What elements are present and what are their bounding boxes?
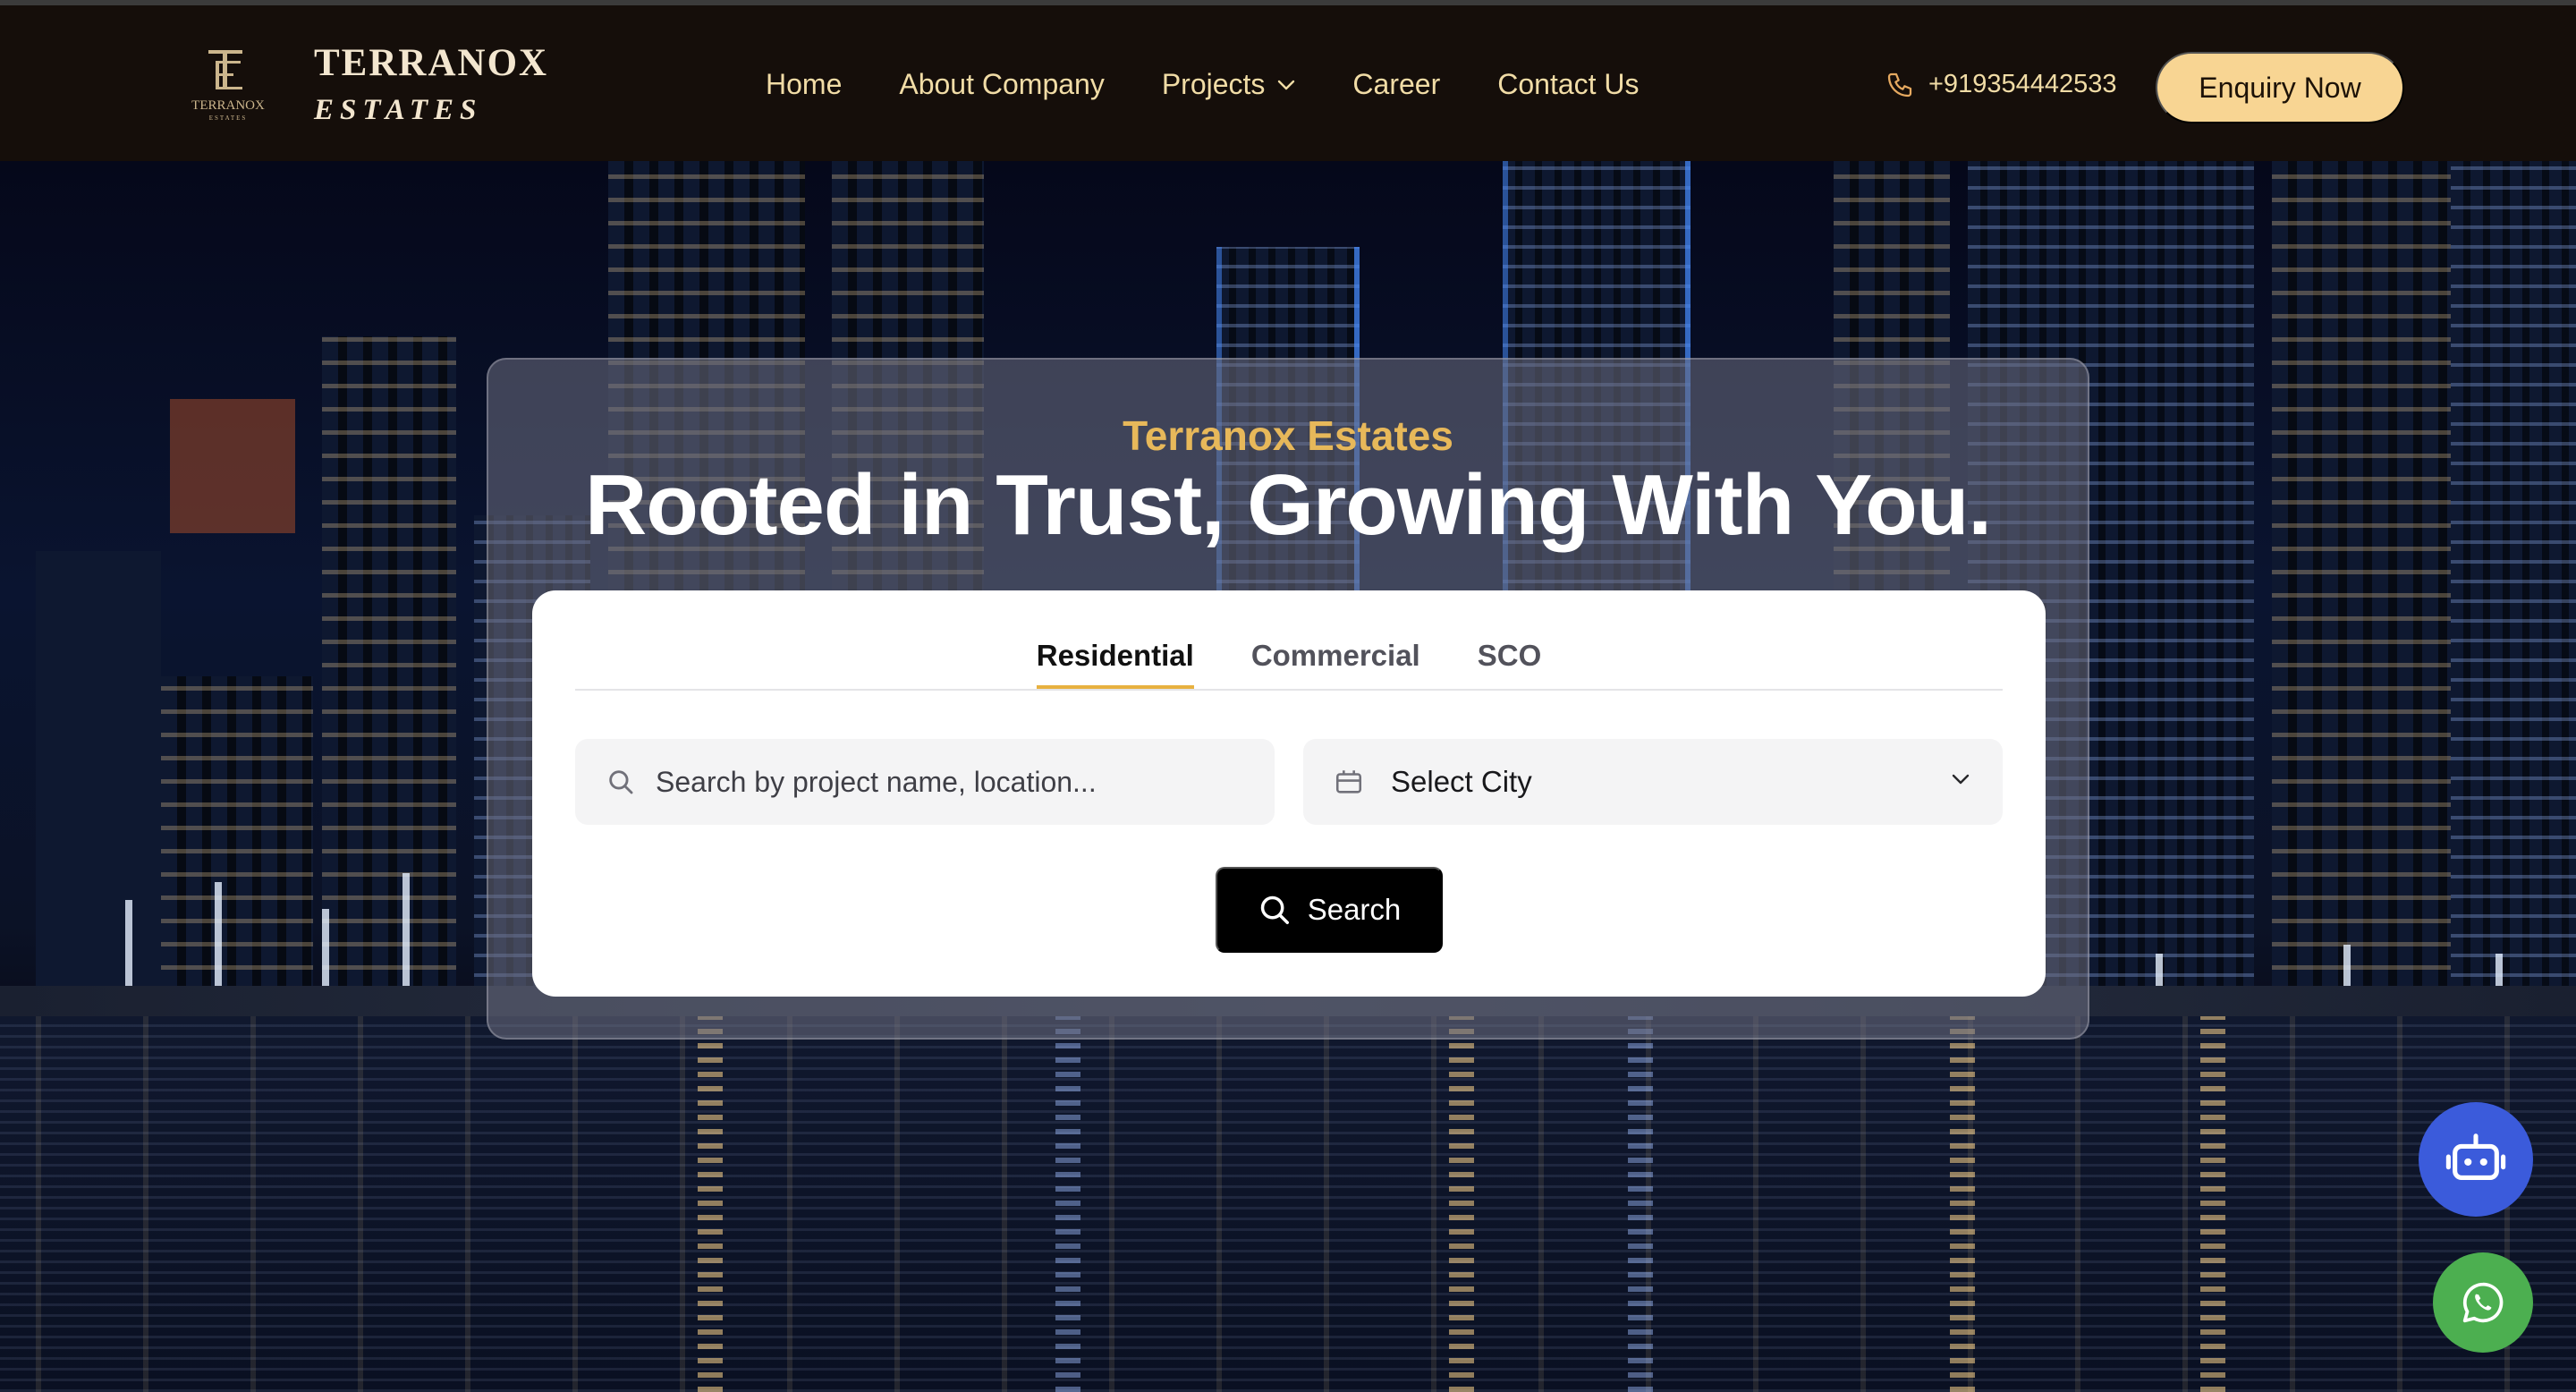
nav-contact-label: Contact Us bbox=[1497, 68, 1640, 100]
nav-career[interactable]: Career bbox=[1352, 68, 1440, 101]
tab-residential[interactable]: Residential bbox=[1036, 639, 1194, 689]
phone-icon bbox=[1887, 72, 1912, 97]
logo-monogram-icon: TERRANOX ESTATES bbox=[191, 50, 265, 122]
phone-link[interactable]: +919354442533 bbox=[1885, 70, 2116, 99]
property-type-tabs: Residential Commercial SCO bbox=[575, 639, 2003, 691]
whatsapp-icon bbox=[2462, 1282, 2504, 1323]
brand-wordmark[interactable]: TERRANOX ESTATES bbox=[314, 41, 548, 127]
robot-icon bbox=[2445, 1133, 2506, 1180]
project-search-input[interactable] bbox=[656, 765, 1264, 799]
tab-sco[interactable]: SCO bbox=[1478, 639, 1542, 689]
hero-search-panel: Terranox Estates Rooted in Trust, Growin… bbox=[487, 358, 2089, 1040]
nav-about-company[interactable]: About Company bbox=[899, 68, 1104, 101]
city-select-value: Select City bbox=[1391, 765, 1532, 798]
brand-name-line1: TERRANOX bbox=[314, 42, 549, 84]
nav-home-label: Home bbox=[766, 68, 843, 100]
chatbot-button[interactable] bbox=[2419, 1102, 2533, 1217]
nav-about-label: About Company bbox=[899, 68, 1105, 100]
tab-commercial[interactable]: Commercial bbox=[1251, 639, 1420, 689]
chevron-down-icon bbox=[1278, 80, 1295, 89]
brand-name-line2: ESTATES bbox=[314, 94, 483, 126]
logo-mark-caption: TERRANOX bbox=[191, 98, 265, 113]
search-button-label: Search bbox=[1307, 893, 1402, 926]
nav-career-label: Career bbox=[1352, 68, 1441, 100]
property-search-card: Residential Commercial SCO Select City S… bbox=[532, 590, 2046, 997]
chevron-down-icon bbox=[1952, 774, 1970, 785]
hero-headline: Rooted in Trust, Growing With You. bbox=[584, 457, 1992, 553]
logo-mark-subcaption: ESTATES bbox=[209, 115, 248, 122]
search-button[interactable]: Search bbox=[1216, 867, 1443, 953]
whatsapp-button[interactable] bbox=[2433, 1252, 2533, 1353]
main-nav: Home About Company Projects Career Conta… bbox=[766, 68, 1697, 101]
nav-projects-label: Projects bbox=[1161, 68, 1266, 100]
search-icon bbox=[1260, 895, 1289, 924]
search-icon bbox=[609, 770, 633, 794]
enquiry-now-button[interactable]: Enquiry Now bbox=[2156, 52, 2404, 123]
nav-contact-us[interactable]: Contact Us bbox=[1497, 68, 1639, 101]
hero-kicker: Terranox Estates bbox=[1123, 412, 1453, 459]
city-select-dropdown[interactable]: Select City bbox=[1303, 739, 2003, 825]
project-search-field[interactable] bbox=[575, 739, 1275, 825]
building-icon bbox=[1335, 770, 1362, 794]
phone-number: +919354442533 bbox=[1928, 70, 2117, 98]
site-header: TERRANOX ESTATES TERRANOX ESTATES Home A… bbox=[0, 5, 2576, 161]
brand-logo-mark[interactable]: TERRANOX ESTATES bbox=[183, 41, 273, 131]
nav-projects[interactable]: Projects bbox=[1162, 68, 1296, 101]
water-reflection bbox=[0, 1016, 2576, 1392]
nav-home[interactable]: Home bbox=[766, 68, 842, 101]
